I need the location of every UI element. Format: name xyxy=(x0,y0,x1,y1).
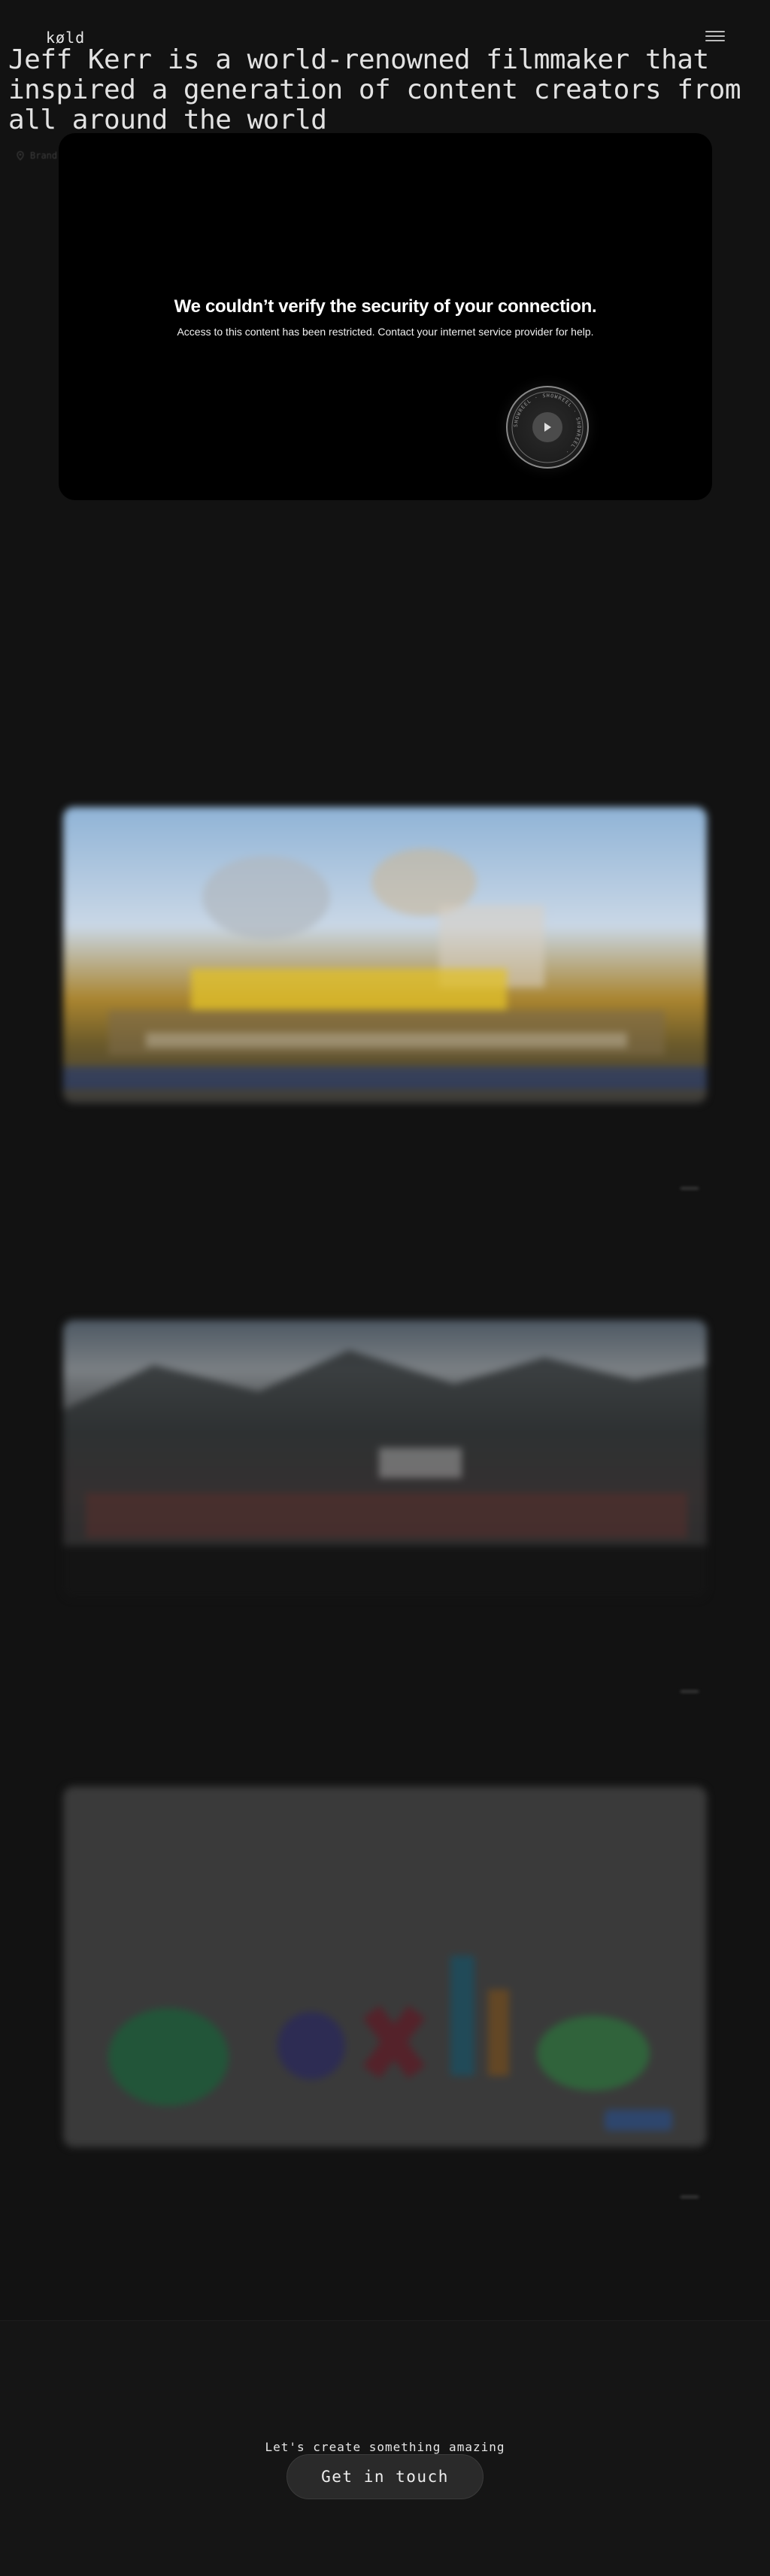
get-in-touch-button[interactable]: Get in touch xyxy=(286,2454,484,2499)
project-thumbnail[interactable] xyxy=(63,807,707,1103)
showreel-video[interactable]: We couldn’t verify the security of your … xyxy=(59,133,712,500)
play-icon-wrapper[interactable] xyxy=(532,412,562,442)
arrow-right-icon[interactable] xyxy=(681,2191,699,2203)
map-pin-icon xyxy=(17,150,24,161)
menu-line xyxy=(705,31,725,32)
arrow-right-icon[interactable] xyxy=(681,1685,699,1698)
menu-line xyxy=(705,40,725,41)
hamburger-menu-icon[interactable] xyxy=(705,29,726,42)
play-button[interactable]: SHOWREEL · SHOWREEL · SHOWREEL · xyxy=(506,386,589,469)
project-thumbnail-art xyxy=(63,848,707,1089)
arrow-right-icon[interactable] xyxy=(681,1182,699,1194)
play-icon xyxy=(544,423,551,432)
project-thumbnail[interactable] xyxy=(63,1786,707,2147)
cta-text: Let's create something amazing xyxy=(265,2440,505,2454)
category-tag[interactable]: Brand xyxy=(15,150,57,161)
project-thumbnail[interactable] xyxy=(63,1320,707,1598)
project-thumbnail-art xyxy=(63,1350,707,1598)
error-message: Access to this content has been restrict… xyxy=(177,326,594,338)
error-title: We couldn’t verify the security of your … xyxy=(174,296,597,317)
hero-title: Jeff Kerr is a world-renowned filmmaker … xyxy=(8,44,741,135)
menu-line xyxy=(705,35,725,37)
project-thumbnail-art xyxy=(108,1956,672,2131)
category-tag-label: Brand xyxy=(30,150,58,161)
